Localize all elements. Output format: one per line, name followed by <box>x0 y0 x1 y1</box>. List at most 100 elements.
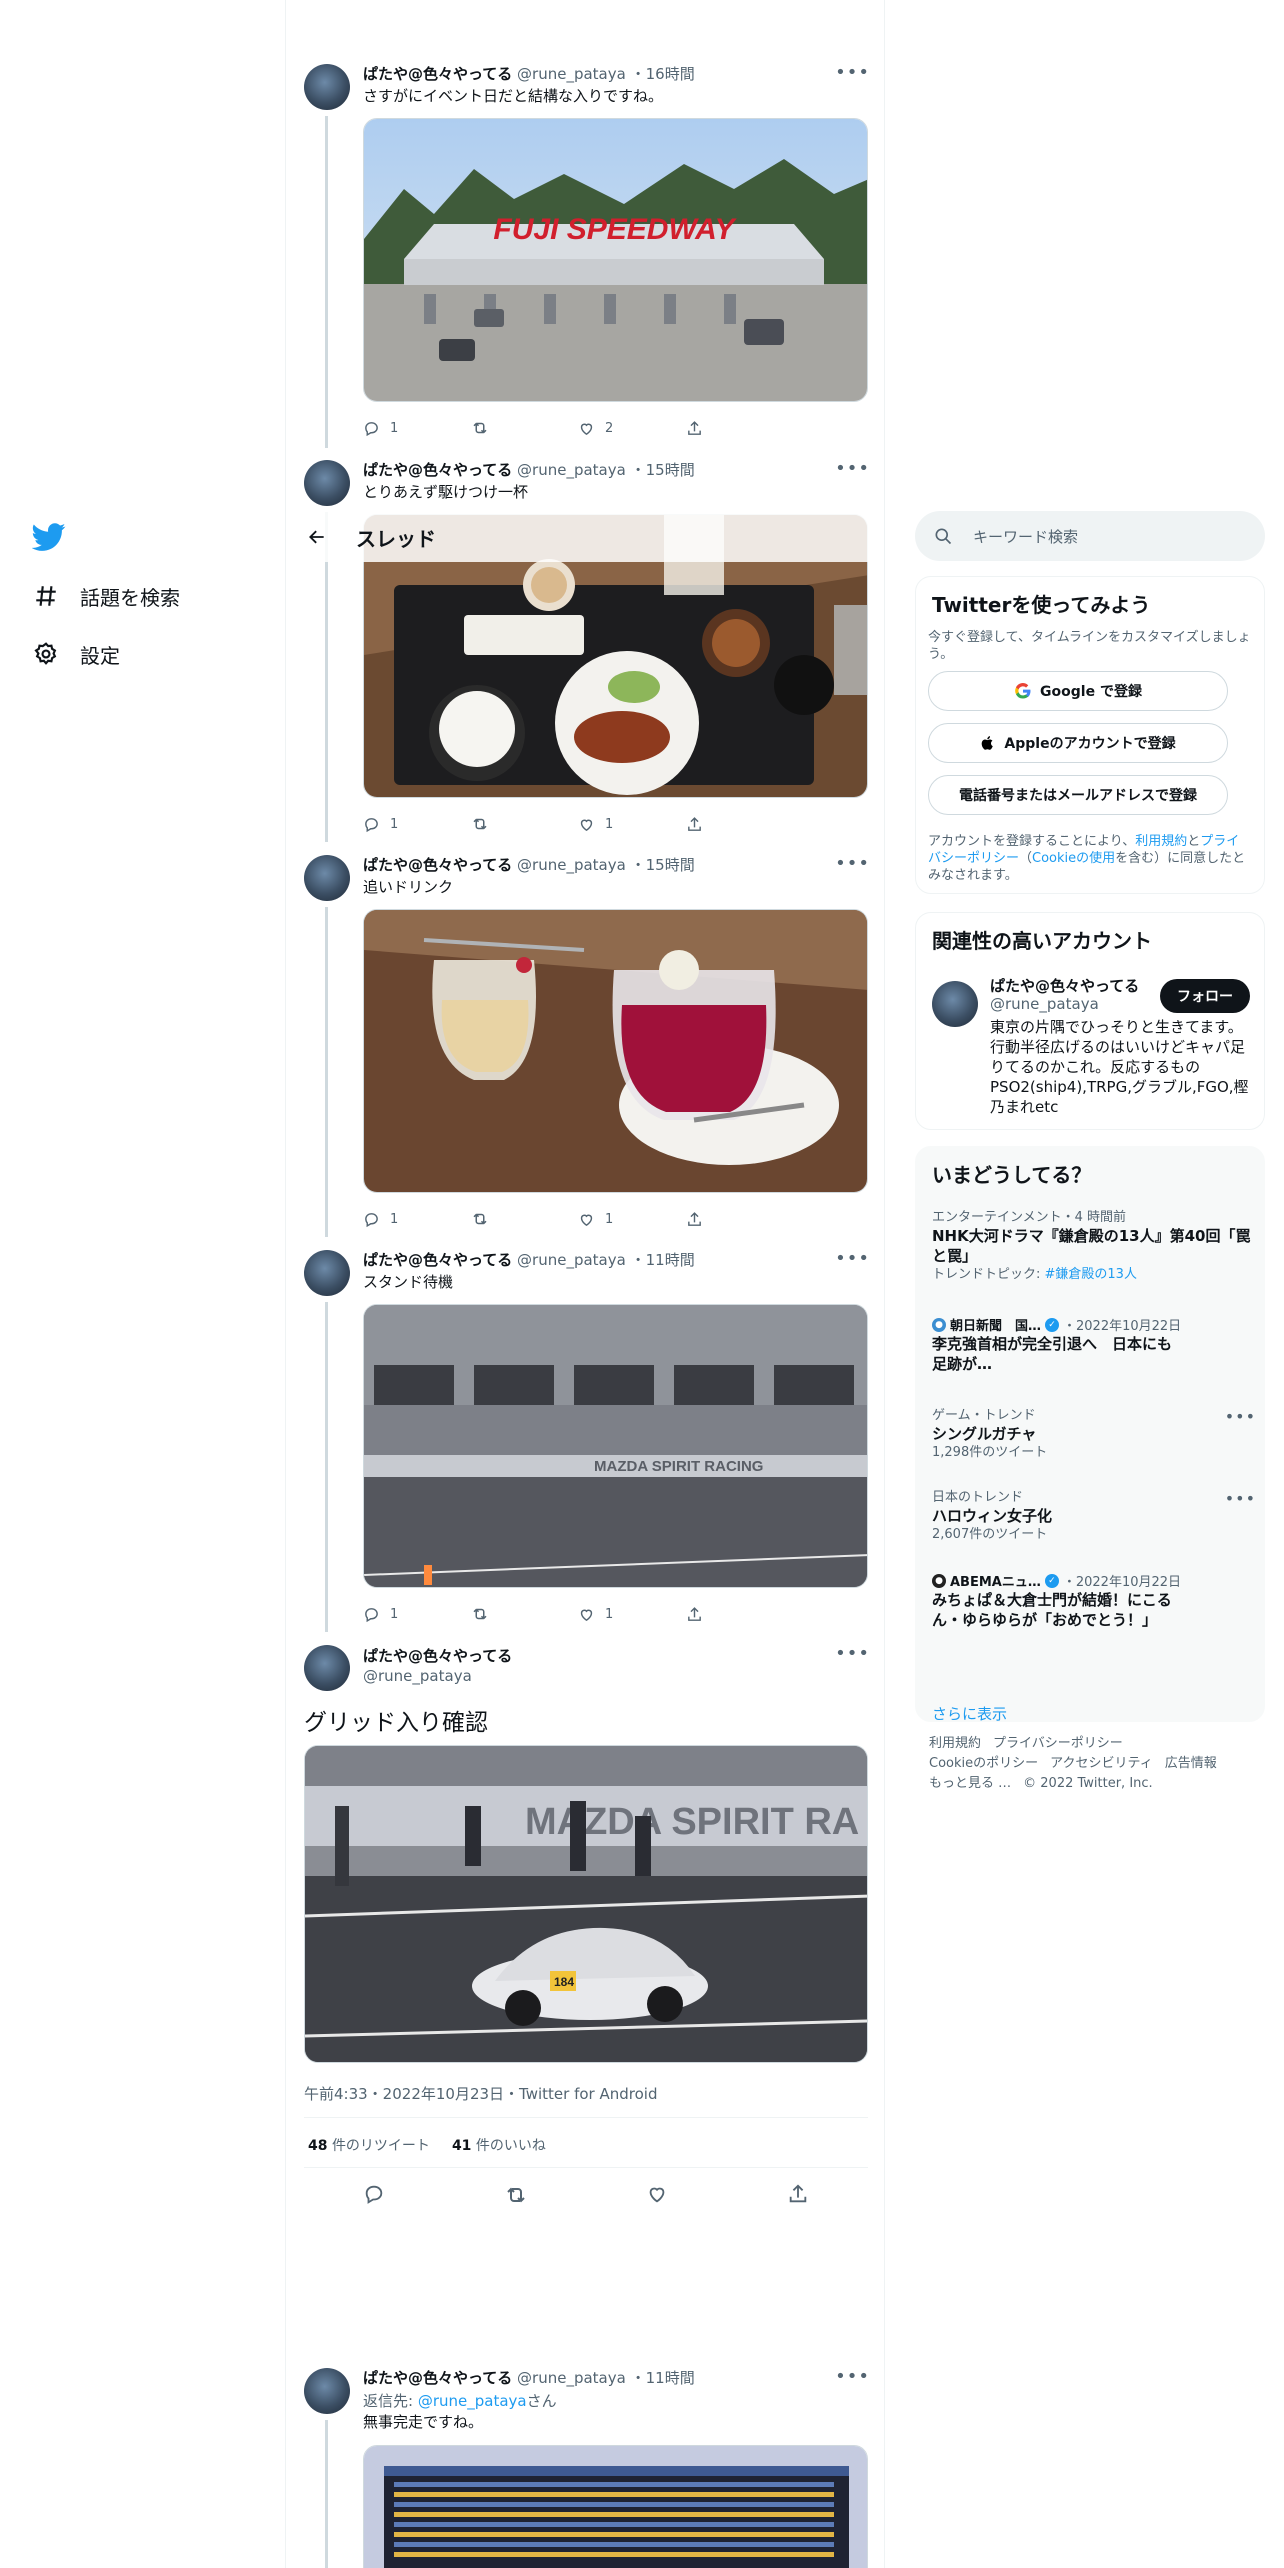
retweet-icon <box>472 818 487 830</box>
reply-tweet[interactable]: ぱたや@色々やってる @rune_pataya ・11時間 ••• 返信先: @… <box>286 2366 884 2568</box>
author-name[interactable]: ぱたや@色々やってる <box>363 2369 512 2387</box>
more-options-icon[interactable]: ••• <box>835 1248 870 1269</box>
thread-connector <box>325 1302 328 1632</box>
tweet-photo[interactable]: MAZDA SPIRIT RA 184 <box>304 1745 868 2063</box>
author-handle[interactable]: @rune_pataya <box>517 2369 626 2387</box>
more-options-icon[interactable]: ••• <box>1225 1489 1256 1508</box>
twitter-logo-icon[interactable] <box>31 520 66 554</box>
share-button[interactable] <box>686 814 794 834</box>
avatar[interactable] <box>304 1645 350 1691</box>
share-button[interactable] <box>686 1604 794 1624</box>
terms-link[interactable]: 利用規約 <box>1135 834 1187 849</box>
author-name[interactable]: ぱたや@色々やってる <box>363 1645 512 1666</box>
retweet-stat[interactable]: 48 件のリツイート <box>308 2135 430 2155</box>
footer-link[interactable]: プライバシーポリシー <box>993 1736 1123 1751</box>
tweet-time[interactable]: 11時間 <box>646 1251 695 1269</box>
avatar[interactable] <box>304 2368 350 2414</box>
more-options-icon[interactable]: ••• <box>835 2366 870 2387</box>
author-handle[interactable]: @rune_pataya <box>517 65 626 83</box>
like-button[interactable]: 1 <box>578 1604 686 1624</box>
thread-tweet[interactable]: ぱたや@色々やってる @rune_pataya ・16時間 ••• さすがにイベ… <box>286 62 884 448</box>
avatar[interactable] <box>304 855 350 901</box>
google-signup-button[interactable]: Google で登録 <box>928 671 1228 711</box>
tweet-time[interactable]: 11時間 <box>646 2369 695 2387</box>
share-icon[interactable] <box>787 2183 809 2205</box>
show-more-link[interactable]: さらに表示 <box>932 1703 1007 1724</box>
tweet-photo[interactable] <box>363 909 868 1193</box>
cookie-link[interactable]: Cookieの使用 <box>1032 851 1115 866</box>
footer-link[interactable]: Cookieのポリシー <box>929 1756 1038 1771</box>
news-item[interactable]: ● 朝日新聞 国… ✓ ・2022年10月22日 李克強首相が完全引退へ 日本に… <box>932 1315 1252 1374</box>
trend-item[interactable]: ••• ゲーム・トレンド シングルガチャ 1,298件のツイート <box>932 1407 1255 1461</box>
more-options-icon[interactable]: ••• <box>835 458 870 479</box>
footer-link[interactable]: もっと見る … <box>929 1776 1011 1791</box>
reply-button[interactable]: 1 <box>363 1209 471 1229</box>
search-box[interactable]: キーワード検索 <box>915 511 1265 561</box>
author-name[interactable]: ぱたや@色々やってる <box>363 65 512 83</box>
share-button[interactable] <box>686 418 794 438</box>
reply-button[interactable]: 1 <box>363 418 471 438</box>
trend-topic-link[interactable]: #鎌倉殿の13人 <box>1045 1267 1137 1282</box>
news-item[interactable]: ● ABEMAニュ… ✓ ・2022年10月22日 みちょぱ＆大倉士門が結婚！に… <box>932 1571 1252 1630</box>
footer-link[interactable]: アクセシビリティ <box>1050 1756 1153 1771</box>
tweet-time[interactable]: 16時間 <box>646 65 695 83</box>
account-handle[interactable]: @rune_pataya <box>990 995 1099 1013</box>
avatar[interactable] <box>932 981 978 1027</box>
retweet-button[interactable] <box>471 1209 579 1229</box>
reply-button[interactable]: 1 <box>363 1604 471 1624</box>
retweet-button[interactable] <box>471 418 579 438</box>
like-button[interactable]: 1 <box>578 814 686 834</box>
retweet-button[interactable] <box>471 814 579 834</box>
tweet-photo[interactable]: FUJI SPEEDWAY <box>363 118 868 402</box>
author-name[interactable]: ぱたや@色々やってる <box>363 461 512 479</box>
author-handle[interactable]: @rune_pataya <box>517 856 626 874</box>
tweet-photo[interactable] <box>363 2445 868 2568</box>
search-input[interactable]: キーワード検索 <box>973 526 1078 547</box>
footer-link[interactable]: 利用規約 <box>929 1736 981 1751</box>
more-options-icon[interactable]: ••• <box>835 62 870 83</box>
author-name[interactable]: ぱたや@色々やってる <box>363 856 512 874</box>
signup-card: Twitterを使ってみよう 今すぐ登録して、タイムラインをカスタマイズしましょ… <box>915 576 1265 894</box>
phone-email-signup-button[interactable]: 電話番号またはメールアドレスで登録 <box>928 775 1228 815</box>
apple-signup-button[interactable]: Appleのアカウントで登録 <box>928 723 1228 763</box>
footer-link[interactable]: 広告情報 <box>1165 1756 1217 1771</box>
reply-to-link[interactable]: @rune_pataya <box>418 2392 527 2410</box>
divider <box>304 2167 868 2168</box>
retweet-button[interactable] <box>471 1604 579 1624</box>
account-name[interactable]: ぱたや@色々やってる <box>990 975 1139 996</box>
tweet-text: スタンド待機 <box>363 1273 454 1291</box>
share-button[interactable] <box>686 1209 794 1229</box>
tweet-text: グリッド入り確認 <box>304 1710 488 1736</box>
more-options-icon[interactable]: ••• <box>1225 1407 1256 1426</box>
trend-item[interactable]: ••• 日本のトレンド ハロウィン女子化 2,607件のツイート <box>932 1489 1255 1543</box>
author-name[interactable]: ぱたや@色々やってる <box>363 1251 512 1269</box>
like-button[interactable]: 2 <box>578 418 686 438</box>
more-options-icon[interactable]: ••• <box>835 853 870 874</box>
tweet-photo[interactable]: MAZDA SPIRIT RACING <box>363 1304 868 1588</box>
thread-tweet[interactable]: ぱたや@色々やってる @rune_pataya ・15時間 ••• 追いドリンク <box>286 853 884 1237</box>
retweet-icon[interactable] <box>504 2183 528 2207</box>
tweet-timestamp[interactable]: 午前4:33・2022年10月23日・Twitter for Android <box>304 2083 657 2104</box>
nav-explore[interactable]: 話題を検索 <box>30 574 180 618</box>
like-button[interactable]: 1 <box>578 1209 686 1229</box>
author-handle[interactable]: @rune_pataya <box>363 1667 472 1685</box>
avatar[interactable] <box>304 1250 350 1296</box>
avatar[interactable] <box>304 460 350 506</box>
trend-item[interactable]: エンターテインメント・4 時間前 NHK大河ドラマ『鎌倉殿の13人』第40回「罠… <box>932 1209 1252 1283</box>
like-stat[interactable]: 41 件のいいね <box>452 2135 546 2155</box>
nav-settings[interactable]: 設定 <box>30 632 120 676</box>
heart-icon[interactable] <box>646 2183 668 2205</box>
reply-icon <box>365 817 378 832</box>
avatar[interactable] <box>304 64 350 110</box>
reply-icon[interactable] <box>363 2183 385 2205</box>
reply-button[interactable]: 1 <box>363 814 471 834</box>
tweet-time[interactable]: 15時間 <box>646 461 695 479</box>
thread-tweet[interactable]: ぱたや@色々やってる @rune_pataya ・11時間 ••• スタンド待機… <box>286 1248 884 1632</box>
back-arrow-icon[interactable] <box>300 520 334 554</box>
author-handle[interactable]: @rune_pataya <box>517 1251 626 1269</box>
footer-links: 利用規約 プライバシーポリシー Cookieのポリシー アクセシビリティ 広告情報 も… <box>929 1734 1259 1794</box>
more-options-icon[interactable]: ••• <box>835 1643 870 1664</box>
follow-button[interactable]: フォロー <box>1160 979 1250 1013</box>
author-handle[interactable]: @rune_pataya <box>517 461 626 479</box>
tweet-time[interactable]: 15時間 <box>646 856 695 874</box>
